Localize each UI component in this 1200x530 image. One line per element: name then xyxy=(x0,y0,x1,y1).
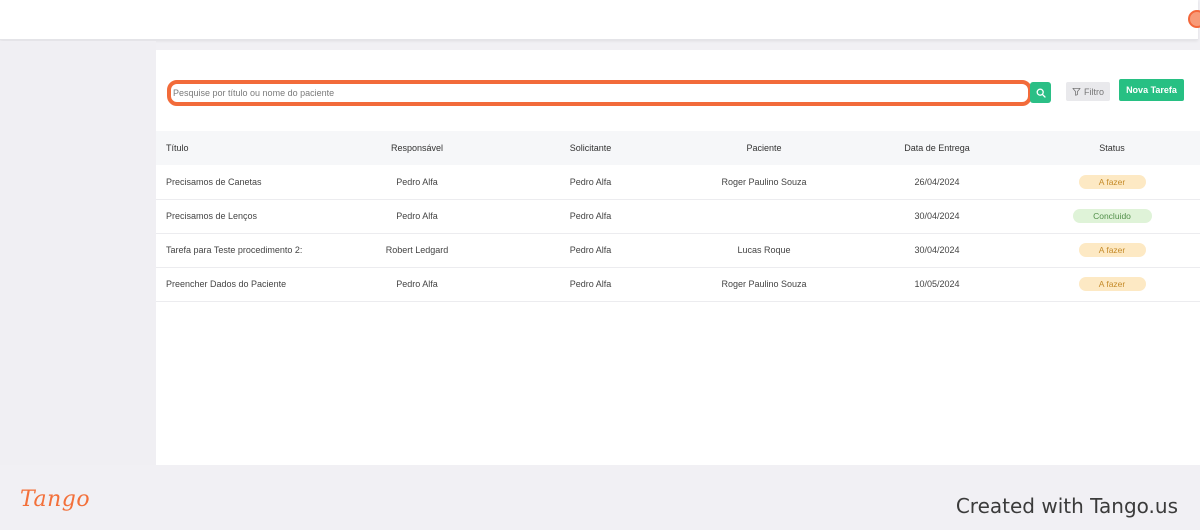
tasks-table: Título Responsável Solicitante Paciente … xyxy=(156,131,1200,302)
task-due-date: 30/04/2024 xyxy=(914,245,960,255)
filter-button[interactable]: Filtro xyxy=(1066,82,1110,101)
column-header-title[interactable]: Título xyxy=(156,131,331,165)
table-row[interactable]: Preencher Dados do Paciente Pedro Alfa P… xyxy=(156,267,1200,301)
task-status-cell: A fazer xyxy=(1024,233,1200,267)
tango-footer: Tango Created with Tango.us xyxy=(0,465,1200,530)
task-status-cell: A fazer xyxy=(1024,165,1200,199)
column-header-patient[interactable]: Paciente xyxy=(678,131,850,165)
task-responsible: Robert Ledgard xyxy=(385,245,449,255)
task-patient: Roger Paulino Souza xyxy=(721,176,807,187)
search-icon xyxy=(1036,88,1046,98)
status-badge: Concluido xyxy=(1072,209,1152,223)
task-title: Preencher Dados do Paciente xyxy=(166,279,287,289)
task-due-date: 26/04/2024 xyxy=(914,176,960,187)
task-status-cell: Concluido xyxy=(1024,199,1200,233)
task-responsible: Pedro Alfa xyxy=(396,176,438,187)
created-with-text: Created with Tango.us xyxy=(955,494,1178,518)
task-requester: Pedro Alfa xyxy=(569,245,612,255)
task-responsible: Pedro Alfa xyxy=(396,279,438,289)
search-button[interactable] xyxy=(1030,82,1051,103)
status-badge: A fazer xyxy=(1078,277,1146,291)
table-header-row: Título Responsável Solicitante Paciente … xyxy=(156,131,1200,165)
table-row[interactable]: Tarefa para Teste procedimento 2: Robert… xyxy=(156,233,1200,267)
column-header-status[interactable]: Status xyxy=(1024,131,1200,165)
new-task-button[interactable]: Nova Tarefa xyxy=(1119,79,1184,101)
task-responsible: Pedro Alfa xyxy=(396,211,438,221)
tasks-panel: Filtro Nova Tarefa Título Responsável So… xyxy=(156,50,1200,465)
task-patient: Roger Paulino Souza xyxy=(721,279,807,289)
task-title: Precisamos de Lenços xyxy=(166,211,258,221)
task-title: Precisamos de Canetas xyxy=(166,176,262,187)
task-due-date: 10/05/2024 xyxy=(914,279,960,289)
task-title: Tarefa para Teste procedimento 2: xyxy=(166,245,303,255)
task-requester: Pedro Alfa xyxy=(569,176,612,187)
task-requester: Pedro Alfa xyxy=(569,279,612,289)
avatar[interactable] xyxy=(1188,10,1200,28)
tango-logo: Tango xyxy=(20,487,91,512)
task-patient xyxy=(678,199,850,233)
status-badge: A fazer xyxy=(1078,174,1146,189)
filter-icon xyxy=(1072,87,1081,96)
search-highlight-ring xyxy=(167,80,1032,106)
table-row[interactable]: Precisamos de Lenços Pedro Alfa Pedro Al… xyxy=(156,199,1200,233)
column-header-due-date[interactable]: Data de Entrega xyxy=(850,131,1024,165)
status-badge: A fazer xyxy=(1078,243,1146,257)
task-requester: Pedro Alfa xyxy=(569,211,612,221)
task-status-cell: A fazer xyxy=(1024,267,1200,301)
filter-label: Filtro xyxy=(1084,86,1104,97)
column-header-requester[interactable]: Solicitante xyxy=(503,131,678,165)
table-row[interactable]: Precisamos de Canetas Pedro Alfa Pedro A… xyxy=(156,165,1200,199)
column-header-responsible[interactable]: Responsável xyxy=(331,131,503,165)
task-due-date: 30/04/2024 xyxy=(914,211,960,221)
task-patient: Lucas Roque xyxy=(737,245,791,255)
top-bar xyxy=(0,0,1200,40)
sidebar xyxy=(0,41,156,465)
